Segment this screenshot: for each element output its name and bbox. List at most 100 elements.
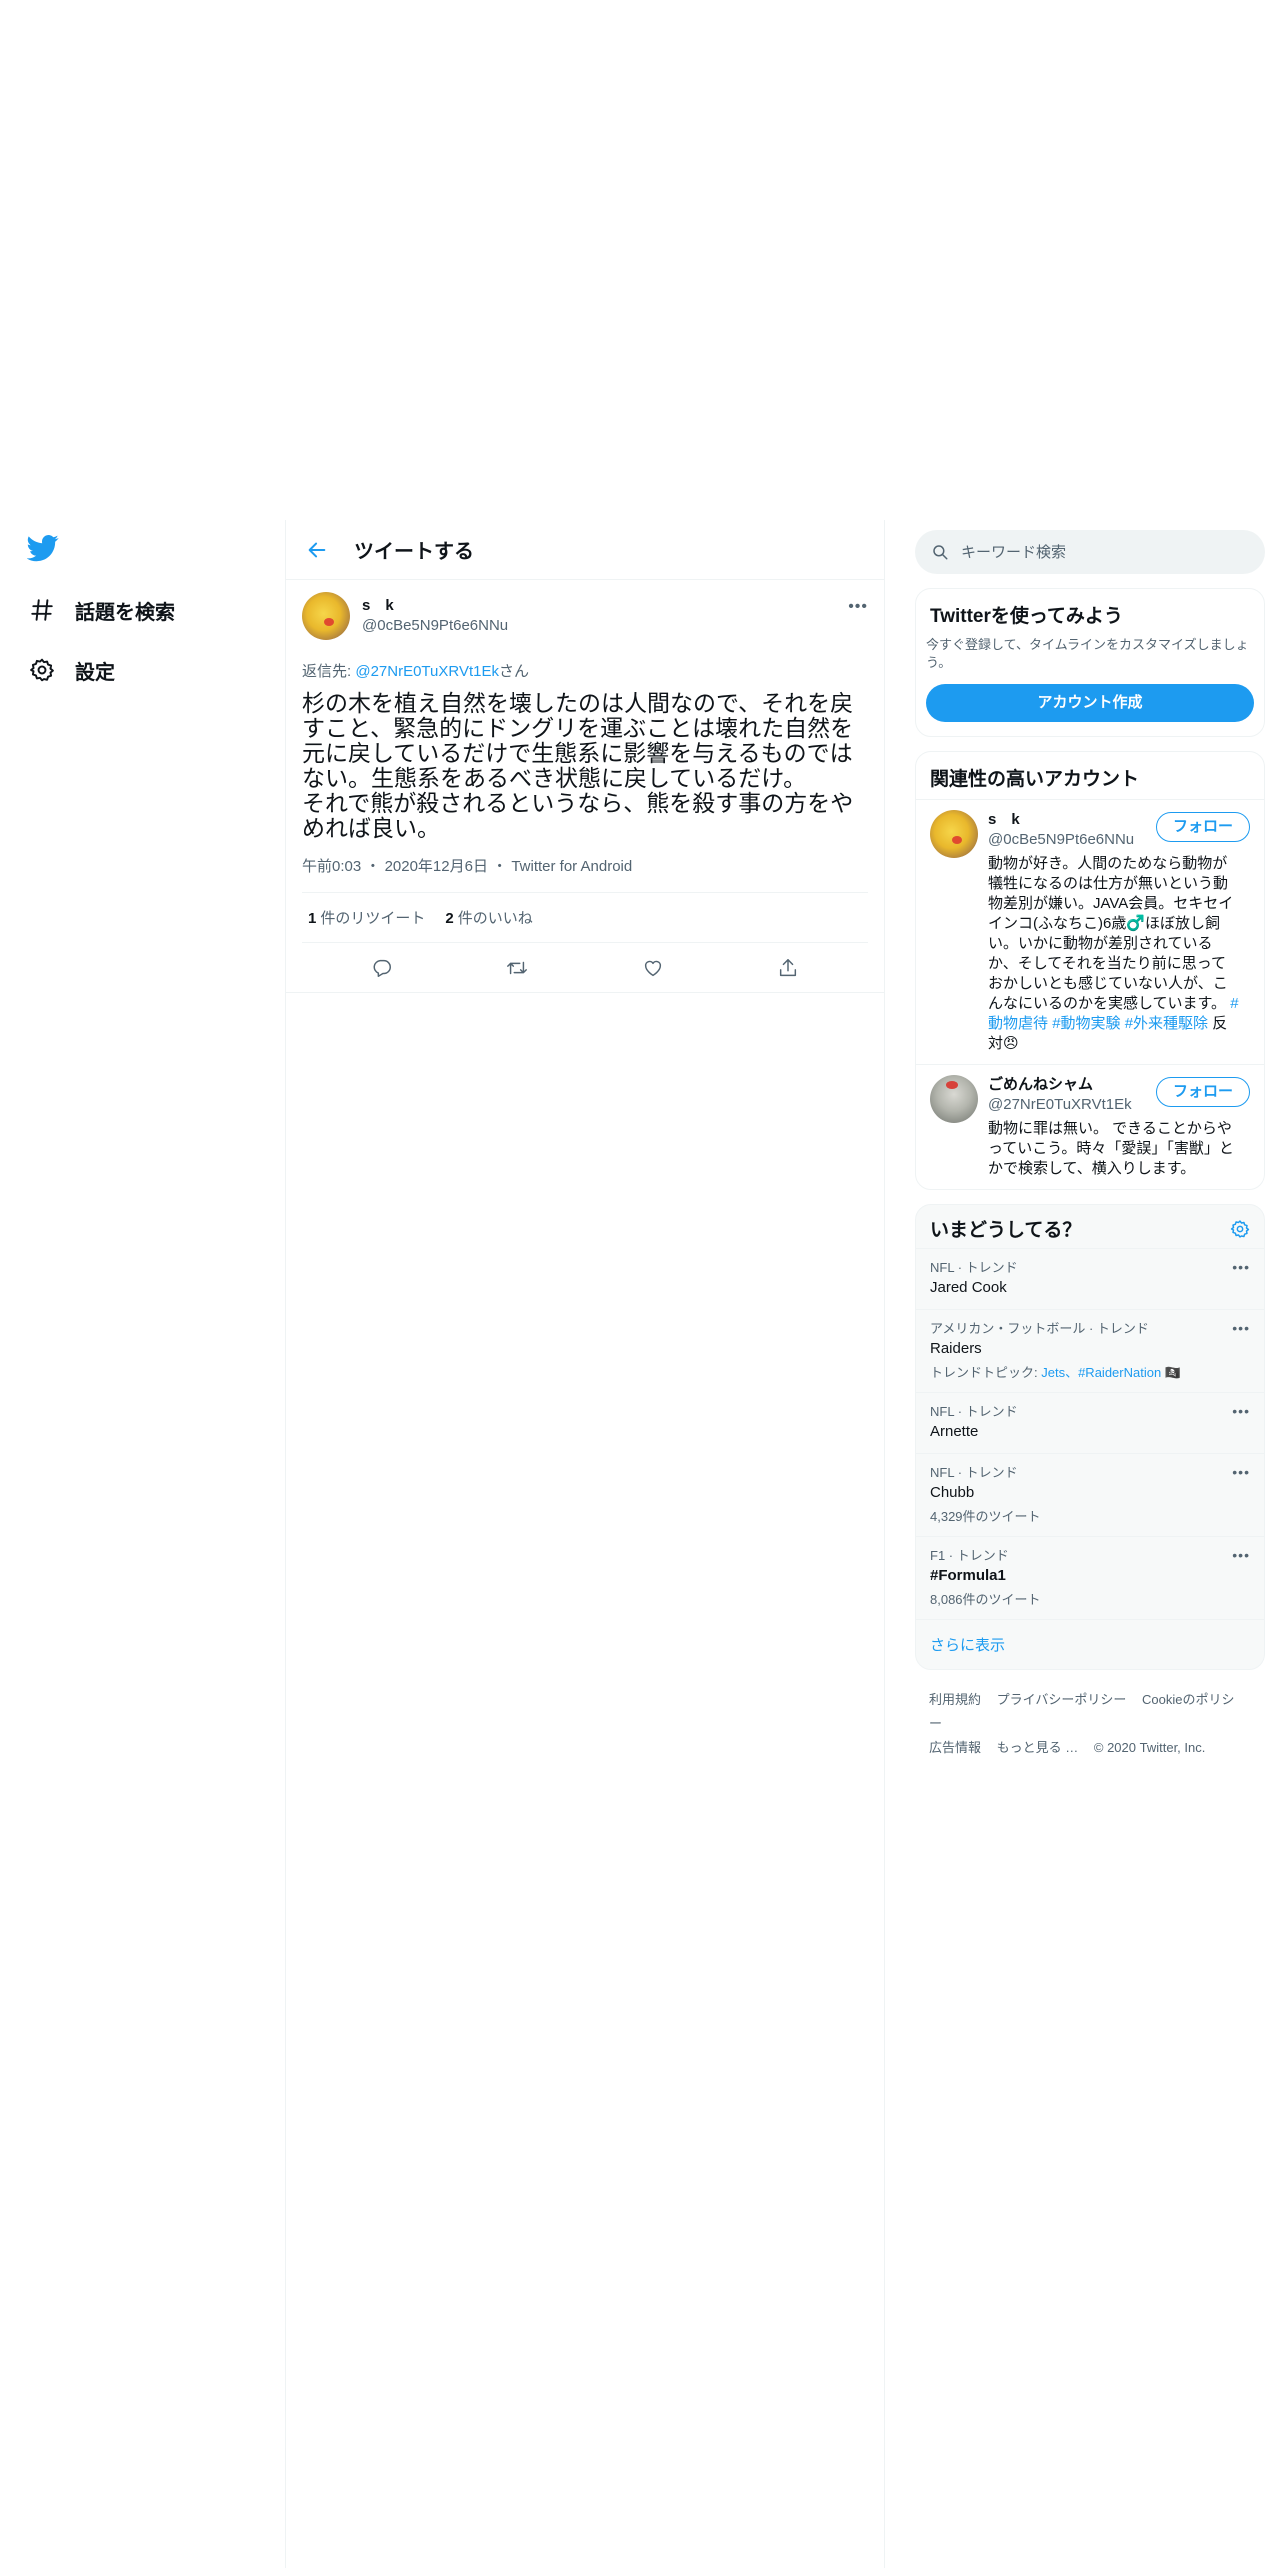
trend-topics-links[interactable]: Jets、#RaiderNation xyxy=(1041,1365,1161,1380)
create-account-button[interactable]: アカウント作成 xyxy=(926,684,1254,722)
trends-card: いまどうしてる？ NFL · トレンド Jared Cook ••• アメリカン… xyxy=(915,1204,1265,1670)
search-bar[interactable] xyxy=(915,530,1265,574)
trend-name: Jared Cook xyxy=(930,1279,1007,1296)
nav-explore[interactable]: 話題を検索 xyxy=(27,588,175,632)
relevant-accounts-title: 関連性の高いアカウント xyxy=(930,769,1140,790)
replying-prefix: 返信先: xyxy=(302,663,356,680)
meta-separator: ・ xyxy=(365,858,381,875)
author-handle[interactable]: @0cBe5N9Pt6e6NNu xyxy=(362,616,508,636)
trend-tweet-count: 8,086件のツイート xyxy=(930,1592,1041,1607)
retweet-count: 1 xyxy=(308,910,317,927)
hashtag-link[interactable]: #動物実験 xyxy=(1052,1015,1120,1032)
trend-item[interactable]: NFL · トレンド Chubb 4,329件のツイート ••• xyxy=(916,1453,1264,1536)
tweet-author: s k @0cBe5N9Pt6e6NNu xyxy=(362,596,508,636)
tweet-stats: 1 件のリツイート 2 件のいいね xyxy=(302,893,868,943)
left-nav: 話題を検索 設定 xyxy=(0,520,285,2568)
replying-to-link[interactable]: @27NrE0TuXRVt1Ek xyxy=(355,663,499,680)
trend-context: NFL · トレンド xyxy=(930,1404,1018,1419)
nav-explore-label: 話題を検索 xyxy=(75,601,175,624)
account-item[interactable]: s k @0cBe5N9Pt6e6NNu 動物が好き。人間のためなら動物が犠牲に… xyxy=(916,799,1264,1064)
trend-item[interactable]: NFL · トレンド Arnette ••• xyxy=(916,1392,1264,1453)
avatar[interactable] xyxy=(930,810,978,858)
trend-name: Arnette xyxy=(930,1423,979,1440)
replying-to: 返信先: @27NrE0TuXRVt1Ekさん xyxy=(302,660,868,681)
trend-context: NFL · トレンド xyxy=(930,1260,1018,1275)
more-options-icon[interactable]: ••• xyxy=(1232,1403,1250,1419)
share-icon[interactable] xyxy=(771,951,805,985)
more-options-icon[interactable]: ••• xyxy=(1232,1259,1250,1275)
more-options-icon[interactable]: ••• xyxy=(1232,1320,1250,1336)
tweet: s k @0cBe5N9Pt6e6NNu ••• 返信先: @27NrE0TuX… xyxy=(286,580,884,993)
trend-name: Chubb xyxy=(930,1484,975,1501)
copyright: © 2020 Twitter, Inc. xyxy=(1093,1740,1206,1755)
footer-link[interactable]: プライバシーポリシー xyxy=(997,1692,1127,1707)
app-root: 話題を検索 設定 ツイートする s k @0cBe5N9Pt6e6NNu •••… xyxy=(0,520,1284,2568)
tweet-source[interactable]: Twitter for Android xyxy=(511,858,632,875)
gear-icon[interactable] xyxy=(1230,1219,1250,1239)
main-column: ツイートする s k @0cBe5N9Pt6e6NNu ••• 返信先: @27… xyxy=(285,520,885,2568)
like-count: 2 xyxy=(445,910,454,927)
tweet-actions xyxy=(286,943,884,993)
signup-card: Twitterを使ってみよう 今すぐ登録して、タイムラインをカスタマイズしましょ… xyxy=(915,588,1265,737)
trend-context: アメリカン・フットボール · トレンド xyxy=(930,1321,1149,1336)
follow-button[interactable]: フォロー xyxy=(1155,1077,1250,1107)
more-options-icon[interactable]: ••• xyxy=(1232,1464,1250,1480)
more-options-icon[interactable]: ••• xyxy=(1232,1547,1250,1563)
footer-link[interactable]: もっと見る … xyxy=(997,1740,1079,1755)
more-options-icon[interactable]: ••• xyxy=(848,598,868,616)
tweet-time[interactable]: 午前0:03 xyxy=(302,858,361,875)
tweet-date[interactable]: 2020年12月6日 xyxy=(385,858,488,875)
trends-header: いまどうしてる？ xyxy=(916,1205,1264,1248)
nav-settings[interactable]: 設定 xyxy=(27,648,115,692)
follow-button[interactable]: フォロー xyxy=(1155,812,1250,842)
search-icon xyxy=(933,545,948,560)
footer-link[interactable]: 利用規約 xyxy=(929,1692,981,1707)
retweet-stat[interactable]: 1 件のリツイート xyxy=(308,907,425,928)
trend-context: NFL · トレンド xyxy=(930,1465,1018,1480)
like-label: 件のいいね xyxy=(457,910,533,927)
back-button[interactable] xyxy=(300,533,334,567)
page-title: ツイートする xyxy=(354,541,474,563)
like-stat[interactable]: 2 件のいいね xyxy=(445,907,532,928)
trends-title: いまどうしてる？ xyxy=(930,1220,1082,1241)
right-sidebar: Twitterを使ってみよう 今すぐ登録して、タイムラインをカスタマイズしましょ… xyxy=(915,520,1265,1778)
reply-icon[interactable] xyxy=(365,951,399,985)
search-input[interactable] xyxy=(961,543,1241,561)
account-bio: 動物に罪は無い。 できることからやっていこう。時々「愛誤」「害獣」とかで検索して… xyxy=(988,1120,1234,1177)
hashtag-icon xyxy=(27,595,57,625)
trend-name: #Formula1 xyxy=(930,1567,1006,1584)
account-bio: 動物が好き。人間のためなら動物が犠牲になるのは仕方が無いという動物差別が嫌い。J… xyxy=(988,854,1240,1054)
account-item[interactable]: ごめんねシャム @27NrE0TuXRVt1Ek 動物に罪は無い。 できることか… xyxy=(916,1064,1264,1189)
nav-settings-label: 設定 xyxy=(75,661,115,684)
footer: 利用規約 プライバシーポリシー Cookieのポリシー 広告情報 もっと見る …… xyxy=(915,1670,1265,1778)
trend-topics-prefix: トレンドトピック: xyxy=(930,1365,1042,1380)
relevant-accounts-card: 関連性の高いアカウント s k @0cBe5N9Pt6e6NNu 動物が好き。人… xyxy=(915,751,1265,1190)
replying-suffix: さん xyxy=(498,663,529,680)
signup-title: Twitterを使ってみよう xyxy=(930,606,1123,627)
signup-subtitle: 今すぐ登録して、タイムラインをカスタマイズしましょう。 xyxy=(926,637,1249,670)
raiders-emoji-icon: 🏴‍☠️ xyxy=(1164,1365,1181,1380)
trend-item[interactable]: アメリカン・フットボール · トレンド Raiders トレンドトピック: Je… xyxy=(916,1309,1264,1392)
show-more-link[interactable]: さらに表示 xyxy=(916,1619,1264,1669)
trend-topics: トレンドトピック: Jets、#RaiderNation 🏴‍☠️ xyxy=(930,1364,1250,1382)
hashtag-link[interactable]: #外来種駆除 xyxy=(1125,1015,1208,1032)
account-body: s k @0cBe5N9Pt6e6NNu 動物が好き。人間のためなら動物が犠牲に… xyxy=(988,810,1240,1054)
twitter-logo-icon[interactable] xyxy=(26,532,63,564)
like-icon[interactable] xyxy=(636,951,670,985)
trend-item[interactable]: F1 · トレンド #Formula1 8,086件のツイート ••• xyxy=(916,1536,1264,1619)
tweet-text: 杉の木を植え自然を壊したのは人間なので、それを戻すこと、緊急的にドングリを運ぶこ… xyxy=(302,690,854,841)
trend-context: F1 · トレンド xyxy=(930,1548,1009,1563)
page-header: ツイートする xyxy=(286,520,884,580)
account-bio-text: 動物が好き。人間のためなら動物が犠牲になるのは仕方が無いという動物差別が嫌い。J… xyxy=(988,855,1234,1012)
trend-item[interactable]: NFL · トレンド Jared Cook ••• xyxy=(916,1248,1264,1309)
arrow-left-icon xyxy=(308,542,326,557)
author-name[interactable]: s k xyxy=(362,596,508,616)
retweet-icon[interactable] xyxy=(500,951,534,985)
avatar[interactable] xyxy=(930,1075,978,1123)
trend-tweet-count: 4,329件のツイート xyxy=(930,1509,1041,1524)
avatar[interactable] xyxy=(302,592,350,640)
footer-link[interactable]: 広告情報 xyxy=(929,1740,981,1755)
retweet-label: 件のリツイート xyxy=(320,910,426,927)
gear-icon xyxy=(27,655,57,685)
meta-separator: ・ xyxy=(492,858,508,875)
